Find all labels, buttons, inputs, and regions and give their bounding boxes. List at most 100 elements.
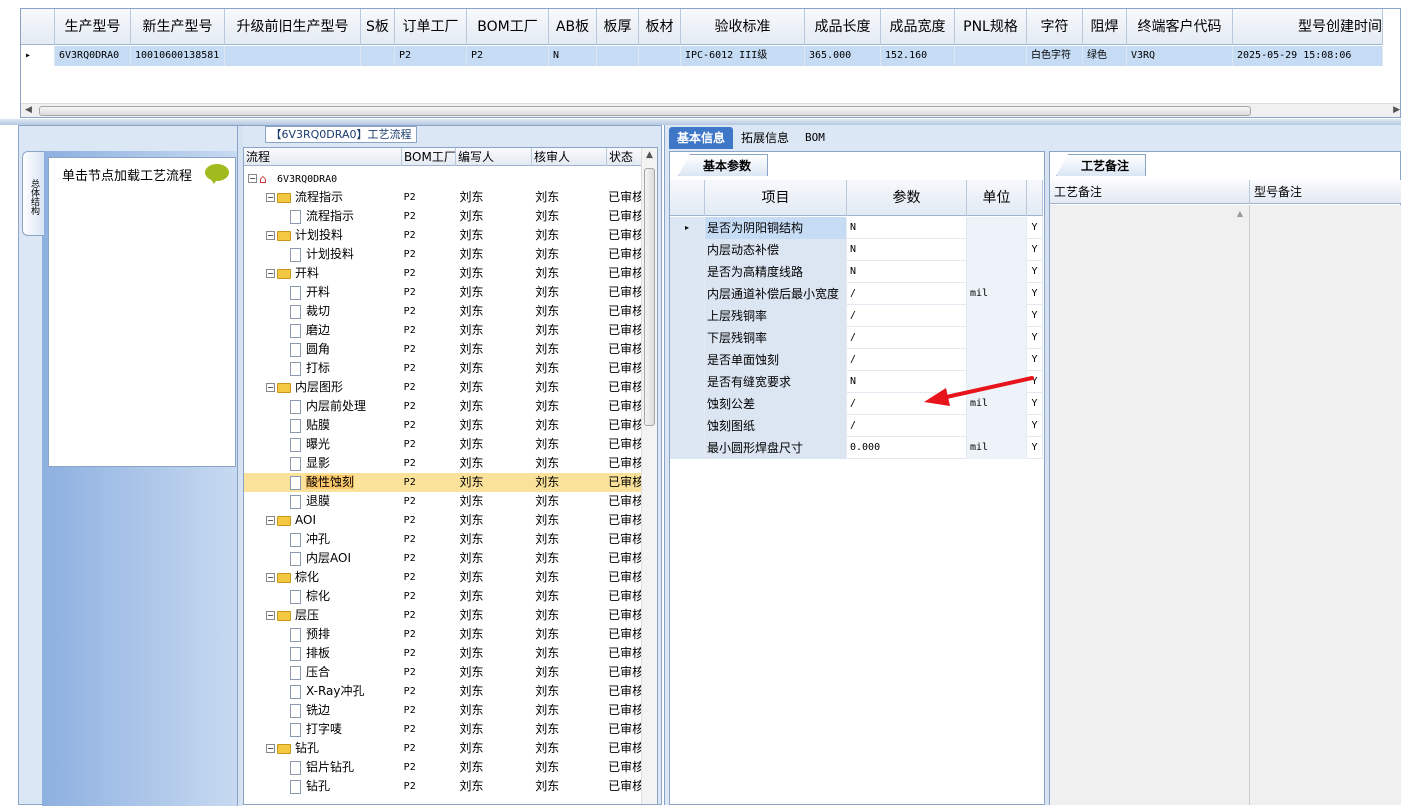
cell[interactable]: 白色字符 [1027,46,1083,66]
tree-row[interactable]: − 棕化 P2 刘东 刘东 已审核 [244,568,642,587]
row-indicator[interactable] [670,305,705,327]
col-header[interactable]: 订单工厂 [395,9,467,45]
cell[interactable] [639,46,681,66]
param-row[interactable]: 上层残铜率 / Y [670,305,1043,327]
col-header[interactable]: 新生产型号 [131,9,225,45]
collapse-icon[interactable]: − [266,231,275,240]
tree-row[interactable]: X-Ray冲孔 P2 刘东 刘东 已审核 [244,682,642,701]
col-header[interactable]: 阻焊 [1083,9,1127,45]
param-row[interactable]: 下层残铜率 / Y [670,327,1043,349]
col-header[interactable]: 成品长度 [805,9,881,45]
cell[interactable] [225,46,361,66]
tree-row[interactable]: 开料 P2 刘东 刘东 已审核 [244,283,642,302]
col-header[interactable]: PNL规格 [955,9,1027,45]
tree-row[interactable]: 酸性蚀刻 P2 刘东 刘东 已审核 [244,473,642,492]
param-value[interactable]: / [847,305,967,327]
horizontal-scrollbar[interactable]: ◀ ▶ [21,103,1400,117]
process-tree-grid[interactable]: 流程 BOM工厂 编写人 核审人 状态 − ⌂ 6V3RQ0DRA0 − 流程指示 P2… [243,147,658,805]
tree-row[interactable]: 铣边 P2 刘东 刘东 已审核 [244,701,642,720]
tree-row[interactable]: 计划投料 P2 刘东 刘东 已审核 [244,245,642,264]
cell[interactable]: N [549,46,597,66]
param-row[interactable]: 蚀刻图纸 / Y [670,415,1043,437]
tree-row[interactable]: 裁切 P2 刘东 刘东 已审核 [244,302,642,321]
param-row[interactable]: 是否单面蚀刻 / Y [670,349,1043,371]
scroll-up-icon[interactable]: ▲ [1237,209,1243,218]
tab-extended-info[interactable]: 拓展信息 [733,127,797,149]
col-header[interactable]: 型号创建时间 [1233,9,1383,45]
corner-cell[interactable] [21,9,55,45]
col-header[interactable]: BOM工厂 [467,9,549,45]
col-header[interactable]: 升级前旧生产型号 [225,9,361,45]
col-header[interactable]: 生产型号 [55,9,131,45]
scroll-left-icon[interactable]: ◀ [25,105,32,115]
col-header[interactable]: S板 [361,9,395,45]
tree-row[interactable]: − 内层图形 P2 刘东 刘东 已审核 [244,378,642,397]
col-header[interactable]: BOM工厂 [402,148,456,166]
tree-row[interactable]: 铝片钻孔 P2 刘东 刘东 已审核 [244,758,642,777]
scroll-up-icon[interactable]: ▲ [646,150,653,160]
col-header[interactable] [1027,180,1043,216]
param-value[interactable]: / [847,283,967,305]
col-header[interactable]: 编写人 [456,148,532,166]
tree-row[interactable]: 退膜 P2 刘东 刘东 已审核 [244,492,642,511]
row-indicator[interactable] [670,327,705,349]
col-header[interactable]: 字符 [1027,9,1083,45]
vertical-scrollbar[interactable]: ▲ [641,148,657,804]
row-indicator[interactable] [670,415,705,437]
param-row[interactable]: 内层动态补偿 N Y [670,239,1043,261]
col-header[interactable]: 板厚 [597,9,639,45]
collapse-icon[interactable]: − [266,269,275,278]
tree-row[interactable]: 预排 P2 刘东 刘东 已审核 [244,625,642,644]
tree-row[interactable]: − 计划投料 P2 刘东 刘东 已审核 [244,226,642,245]
corner-cell[interactable] [670,180,705,216]
param-value[interactable]: / [847,415,967,437]
param-row[interactable]: 是否为高精度线路 N Y [670,261,1043,283]
tree-row[interactable]: − 层压 P2 刘东 刘东 已审核 [244,606,642,625]
collapse-icon[interactable]: − [266,516,275,525]
col-header[interactable]: 验收标准 [681,9,805,45]
tree-row[interactable]: 显影 P2 刘东 刘东 已审核 [244,454,642,473]
collapse-icon[interactable]: − [266,573,275,582]
tree-row[interactable]: 内层AOI P2 刘东 刘东 已审核 [244,549,642,568]
scroll-right-icon[interactable]: ▶ [1393,105,1400,115]
model-note-field[interactable] [1250,205,1401,805]
cell[interactable]: 152.160 [881,46,955,66]
cell[interactable] [955,46,1027,66]
tree-row[interactable]: 流程指示 P2 刘东 刘东 已审核 [244,207,642,226]
param-row[interactable]: 最小圆形焊盘尺寸 0.000 mil Y [670,437,1043,459]
cell[interactable] [597,46,639,66]
row-indicator[interactable] [670,239,705,261]
param-value[interactable]: / [847,349,967,371]
tree-root-row[interactable]: − ⌂ 6V3RQ0DRA0 [244,169,642,188]
col-header[interactable]: 终端客户代码 [1127,9,1233,45]
col-header[interactable]: 板材 [639,9,681,45]
cell[interactable] [361,46,395,66]
row-indicator[interactable] [670,437,705,459]
tree-row[interactable]: − 钻孔 P2 刘东 刘东 已审核 [244,739,642,758]
table-row[interactable]: ▸ 6V3RQ0DRA0 10010600138581 P2 P2 N IPC-… [21,46,1383,66]
row-indicator[interactable] [670,283,705,305]
tree-row[interactable]: 棕化 P2 刘东 刘东 已审核 [244,587,642,606]
col-header[interactable]: 状态 [607,148,643,166]
param-value[interactable]: N [847,217,967,239]
tree-row[interactable]: 内层前处理 P2 刘东 刘东 已审核 [244,397,642,416]
row-indicator[interactable] [670,393,705,415]
param-row[interactable]: 内层通道补偿后最小宽度 / mil Y [670,283,1043,305]
tree-row[interactable]: 曝光 P2 刘东 刘东 已审核 [244,435,642,454]
param-value[interactable]: / [847,327,967,349]
scroll-thumb[interactable] [39,106,1251,116]
row-indicator[interactable] [670,371,705,393]
top-model-grid[interactable]: 生产型号 新生产型号 升级前旧生产型号 S板 订单工厂 BOM工厂 AB板 板厚… [20,8,1401,118]
param-row[interactable]: ▸ 是否为阴阳铜结构 N Y [670,217,1043,239]
param-grid[interactable]: 项目 参数 单位 ▸ 是否为阴阳铜结构 N Y 内层动态补偿 N Y 是否为高精度线路 N Y 内层… [670,180,1044,460]
tree-row[interactable]: 排板 P2 刘东 刘东 已审核 [244,644,642,663]
row-indicator[interactable] [670,349,705,371]
col-header[interactable]: 项目 [705,180,847,216]
tree-row[interactable]: 圆角 P2 刘东 刘东 已审核 [244,340,642,359]
tree-row[interactable]: 冲孔 P2 刘东 刘东 已审核 [244,530,642,549]
tree-row[interactable]: 压合 P2 刘东 刘东 已审核 [244,663,642,682]
col-header[interactable]: 成品宽度 [881,9,955,45]
cell[interactable]: P2 [467,46,549,66]
tab-basic-info[interactable]: 基本信息 [669,127,734,149]
cell[interactable]: 绿色 [1083,46,1127,66]
